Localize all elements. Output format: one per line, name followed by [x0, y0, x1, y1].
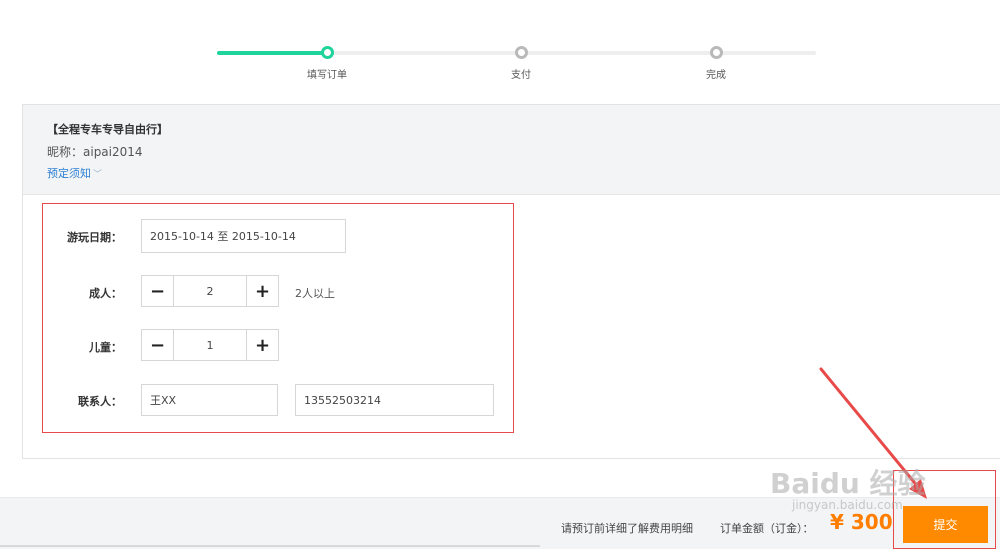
contact-name-value: 王XX: [150, 394, 177, 407]
progress-track-pending: [327, 51, 816, 55]
chevron-down-icon: ﹀: [93, 170, 103, 180]
step-dot-complete: [710, 46, 723, 59]
date-range-value: 2015-10-14 至 2015-10-14: [150, 230, 296, 243]
product-info-panel: 【全程专车专导自由行】 昵称：aipai2014 预定须知 ﹀: [22, 104, 1000, 195]
child-increment-button[interactable]: +: [247, 330, 278, 360]
contact-phone-input[interactable]: 13552503214: [295, 384, 494, 416]
product-nickname: 昵称：aipai2014: [47, 145, 143, 159]
order-amount-label: 订单金额（订金）：: [720, 522, 814, 535]
adult-label: 成人：: [89, 287, 122, 300]
order-page: 填写订单 支付 完成 【全程专车专导自由行】 昵称：aipai2014 预定须知…: [0, 0, 1000, 549]
footer-divider: [0, 545, 540, 547]
product-title: 【全程专车专导自由行】: [47, 123, 168, 136]
step-label-fill-order: 填写订单: [307, 70, 347, 81]
adult-count-value[interactable]: 2: [173, 276, 247, 306]
child-quantity-stepper: − 1 +: [141, 329, 279, 361]
adult-quantity-stepper: − 2 +: [141, 275, 279, 307]
fee-detail-note: 请预订前详细了解费用明细: [561, 522, 693, 535]
step-label-pay: 支付: [511, 70, 531, 81]
adult-hint: 2人以上: [295, 287, 335, 300]
date-label: 游玩日期：: [67, 231, 122, 244]
submit-highlight-box: [893, 470, 996, 549]
date-range-input[interactable]: 2015-10-14 至 2015-10-14: [141, 219, 346, 253]
progress-stepper: 填写订单 支付 完成: [0, 0, 1000, 100]
child-count-value[interactable]: 1: [173, 330, 247, 360]
order-amount-value: ¥ 300: [830, 510, 893, 534]
step-label-complete: 完成: [706, 70, 726, 81]
contact-name-input[interactable]: 王XX: [141, 384, 278, 416]
step-dot-fill-order: [321, 46, 334, 59]
booking-notice-link[interactable]: 预定须知 ﹀: [47, 165, 102, 181]
contact-phone-value: 13552503214: [304, 393, 381, 407]
progress-track-done: [217, 51, 327, 55]
child-label: 儿童：: [89, 341, 122, 354]
step-dot-pay: [515, 46, 528, 59]
contact-label: 联系人：: [78, 395, 122, 408]
booking-notice-label: 预定须知: [47, 167, 91, 180]
child-decrement-button[interactable]: −: [142, 330, 173, 360]
adult-increment-button[interactable]: +: [247, 276, 278, 306]
adult-decrement-button[interactable]: −: [142, 276, 173, 306]
